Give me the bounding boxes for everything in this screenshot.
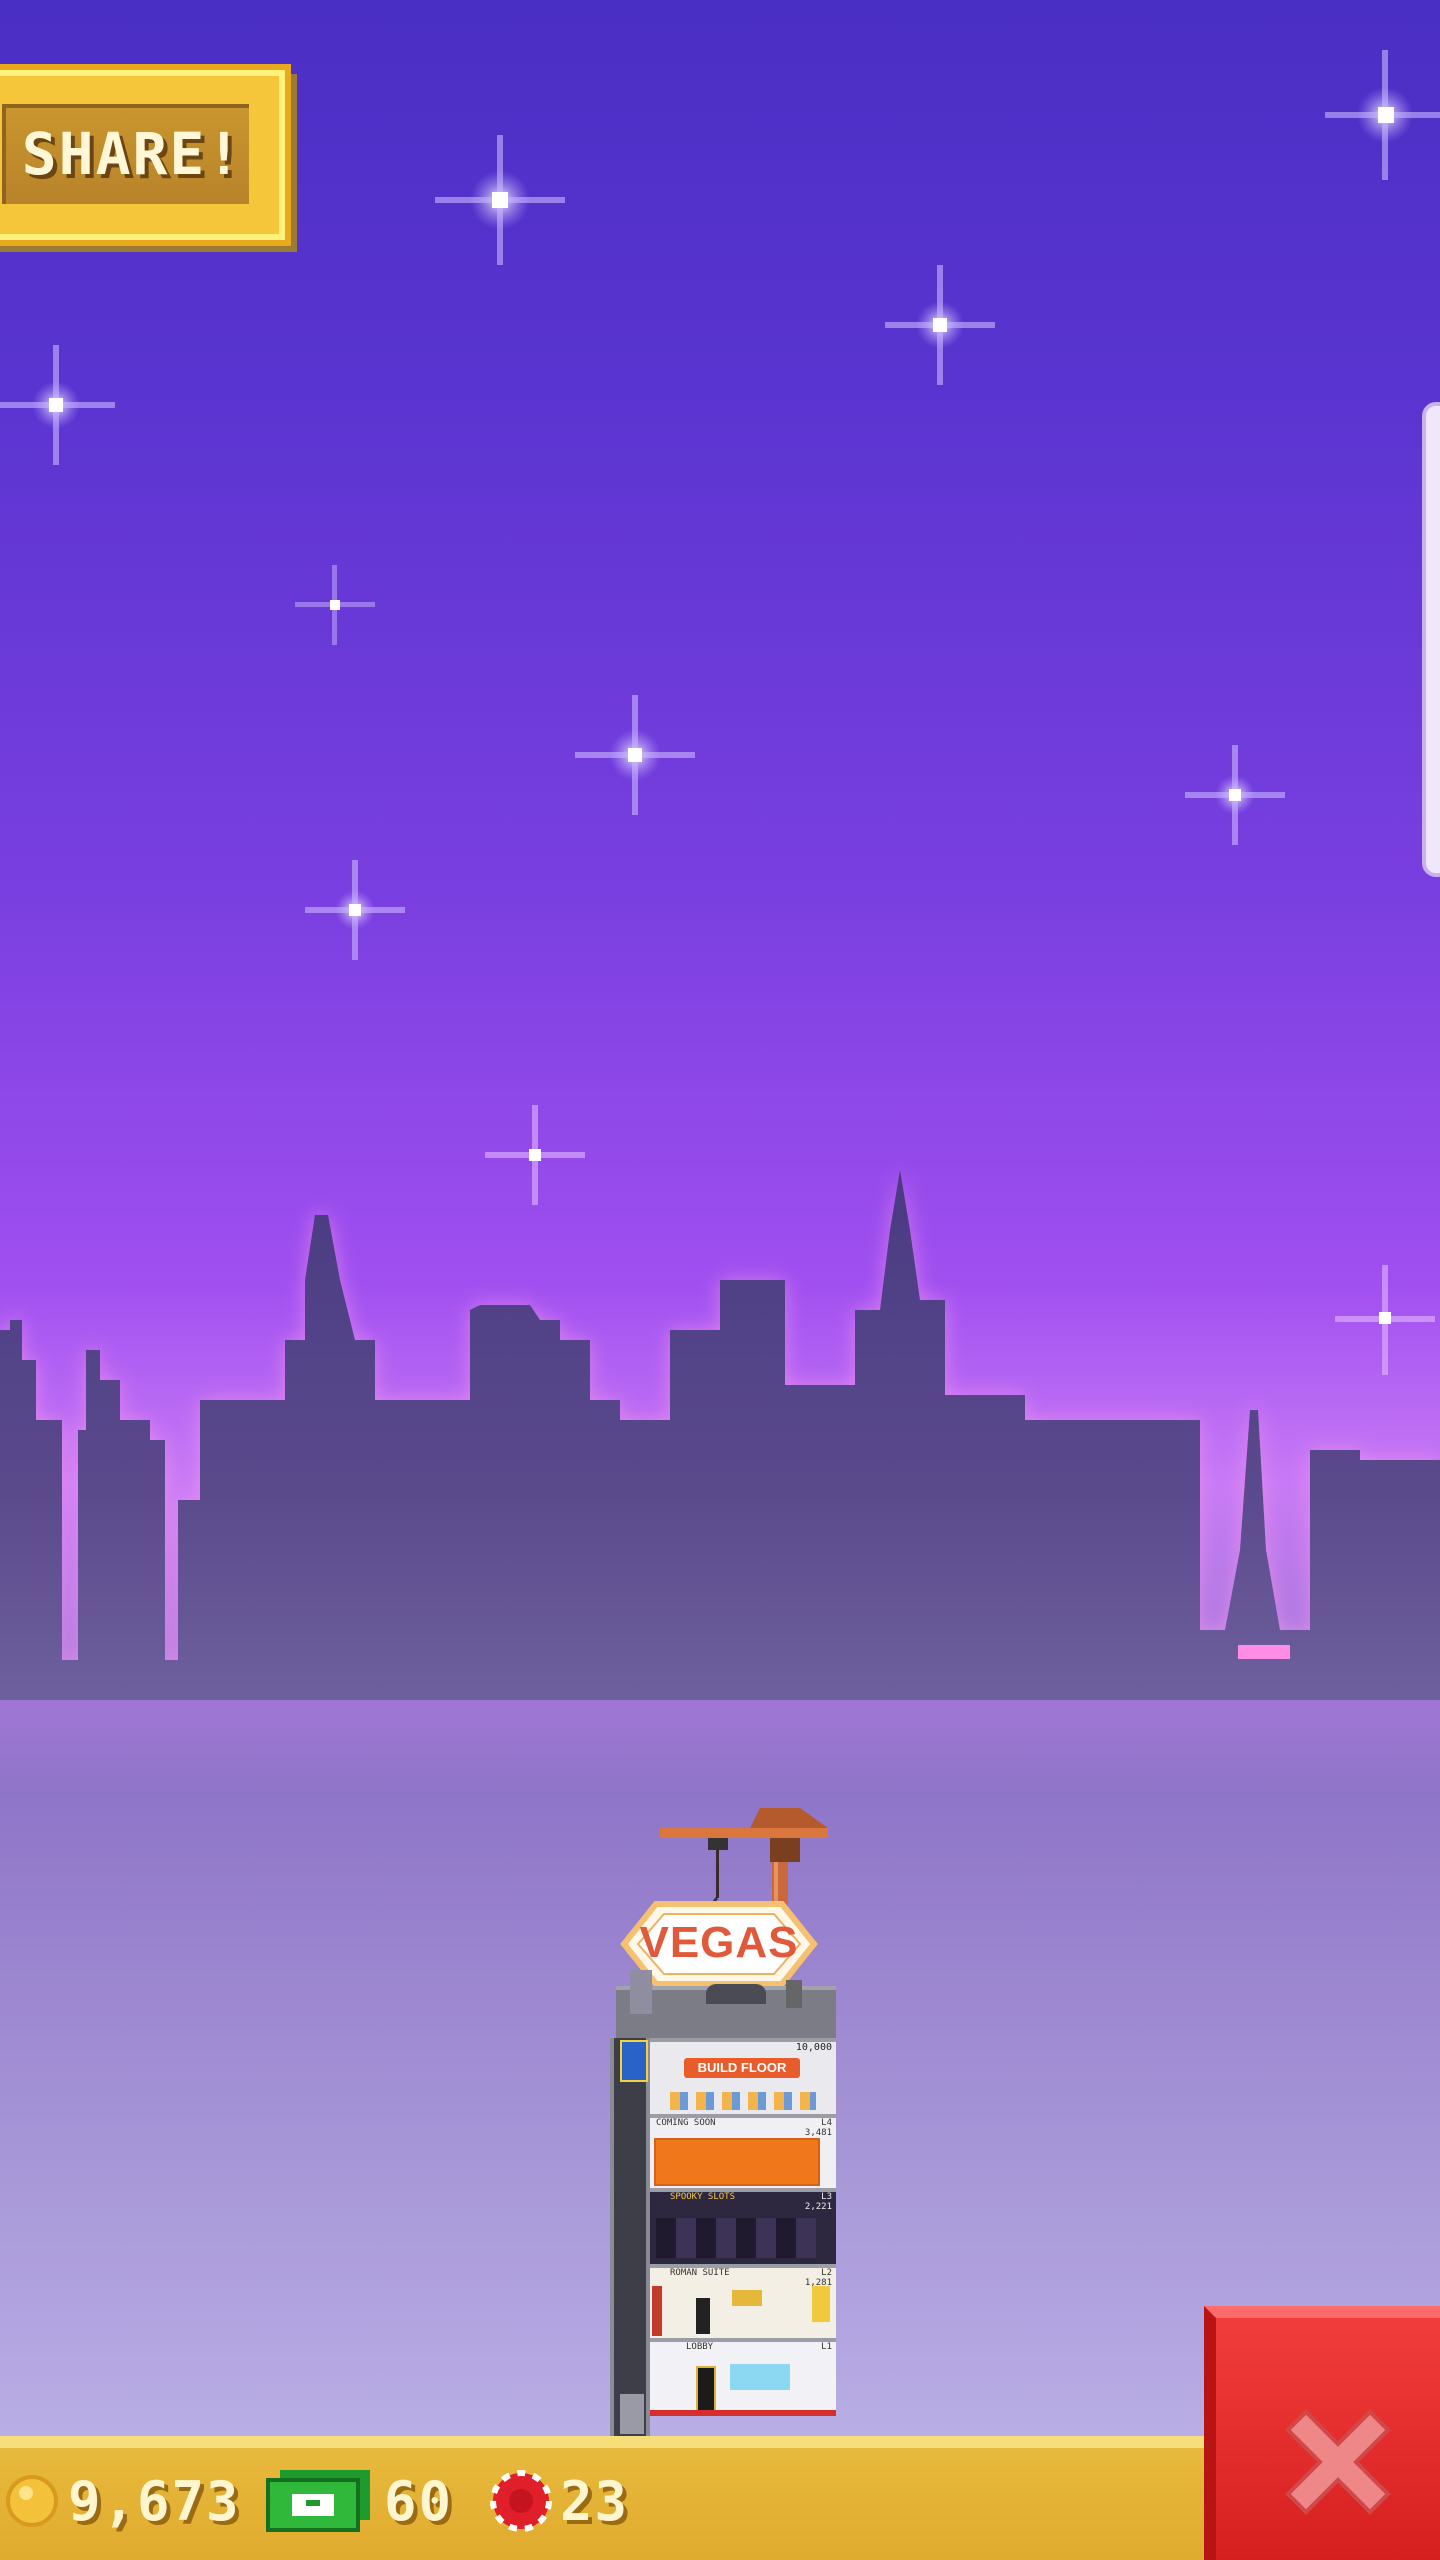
floor-level: L4 bbox=[821, 2118, 832, 2128]
coins-counter: 9,673 bbox=[4, 2466, 241, 2536]
floor-lobby[interactable]: LOBBY L1 bbox=[650, 2338, 836, 2416]
bux-counter: 60 bbox=[266, 2466, 453, 2536]
floor-coming-soon[interactable]: COMING SOON L4 3,481 bbox=[650, 2114, 836, 2188]
green-cash-icon bbox=[266, 2470, 370, 2532]
chips-value: 23 bbox=[560, 2469, 630, 2533]
floor-name: SPOOKY SLOTS bbox=[670, 2192, 736, 2202]
build-floor-button[interactable]: BUILD FLOOR bbox=[684, 2058, 800, 2078]
floor-build[interactable]: 10,000 BUILD FLOOR bbox=[650, 2038, 836, 2114]
top-floor-cost: 10,000 bbox=[795, 2042, 832, 2053]
share-button-label: SHARE! bbox=[21, 120, 244, 188]
elevator-shaft[interactable] bbox=[610, 2038, 650, 2436]
vegas-sign-text: VEGAS bbox=[639, 1918, 799, 1967]
floor-name: COMING SOON bbox=[656, 2118, 716, 2128]
side-menu-handle[interactable] bbox=[1422, 402, 1440, 877]
floor-level: L2 bbox=[821, 2268, 832, 2278]
red-chip-icon bbox=[490, 2470, 552, 2532]
close-x-icon bbox=[1285, 2409, 1391, 2515]
coins-value: 9,673 bbox=[68, 2469, 241, 2533]
floor-roman-suite[interactable]: ROMAN SUITE L2 1,281 bbox=[650, 2264, 836, 2338]
bux-value: 60 bbox=[384, 2469, 454, 2533]
gold-coin-icon bbox=[6, 2475, 58, 2527]
tower[interactable]: 10,000 BUILD FLOOR COMING SOON L4 3,481 … bbox=[606, 1970, 844, 2436]
floor-name: LOBBY bbox=[686, 2342, 714, 2352]
city-skyline bbox=[0, 1170, 1440, 1700]
close-button[interactable] bbox=[1204, 2306, 1440, 2560]
floor-value: 3,481 bbox=[804, 2128, 832, 2138]
floor-level: L3 bbox=[821, 2192, 832, 2202]
floor-spooky-slots[interactable]: SPOOKY SLOTS L3 2,221 bbox=[650, 2188, 836, 2264]
floor-value: 2,221 bbox=[804, 2202, 832, 2212]
share-button[interactable]: SHARE! bbox=[0, 70, 285, 240]
tower-roof bbox=[616, 1970, 836, 2042]
elevator-car[interactable] bbox=[620, 2040, 648, 2082]
game-scene[interactable]: SHARE! VEGAS 10,000 BUILD FLOOR COMING S… bbox=[0, 0, 1440, 2560]
floor-name: ROMAN SUITE bbox=[670, 2268, 730, 2278]
chips-counter: 23 bbox=[490, 2466, 629, 2536]
floor-level: L1 bbox=[821, 2342, 832, 2352]
